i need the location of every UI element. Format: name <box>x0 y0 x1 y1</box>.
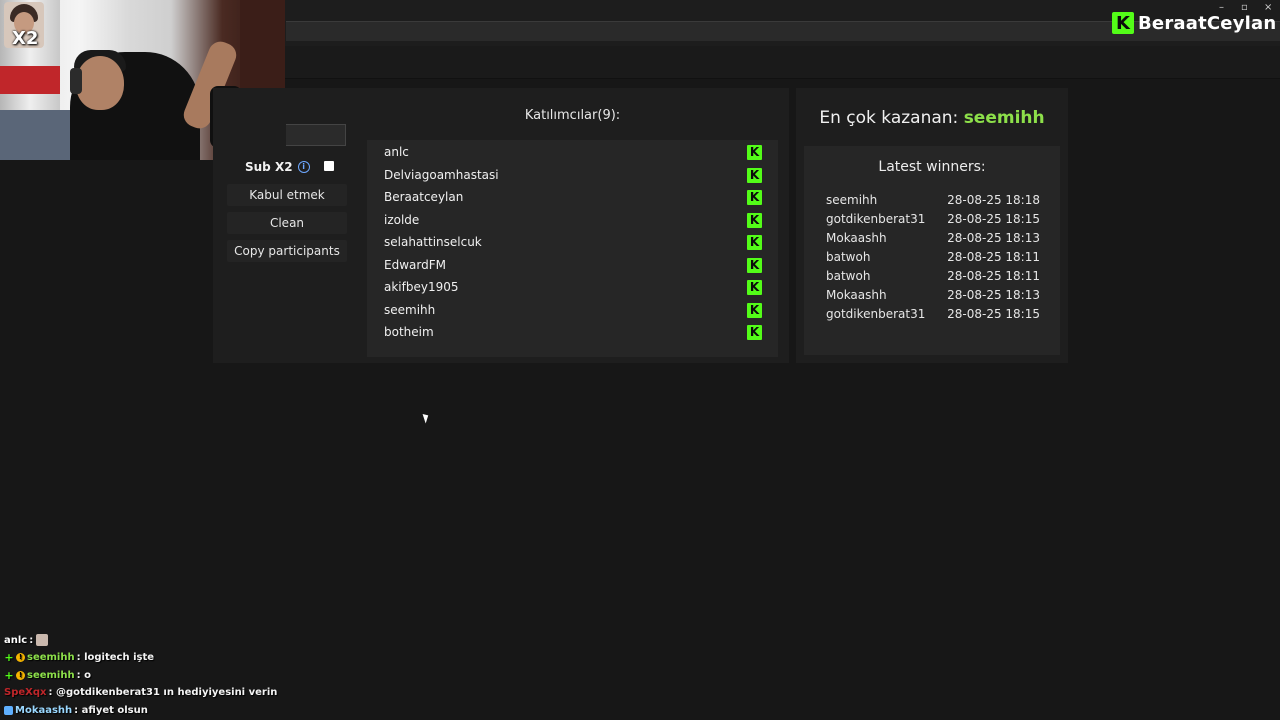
top-winner-name: seemihh <box>963 108 1045 128</box>
chat-username: anlc <box>4 634 28 646</box>
participant-row[interactable]: anlc K <box>384 142 762 162</box>
brand-name: BeraatCeylan <box>1138 12 1277 34</box>
chat-username: seemihh <box>27 651 75 663</box>
chat-text: : o <box>76 669 91 681</box>
winner-row: batwoh 28-08-25 18:11 <box>826 250 1040 268</box>
kick-icon: K <box>747 257 762 273</box>
participant-name: selahattinselcuk <box>384 235 482 249</box>
chat-message: + ! seemihh : logitech işte <box>4 649 154 665</box>
kick-icon: K <box>747 167 762 183</box>
participant-name: anlc <box>384 145 409 159</box>
winner-row: batwoh 28-08-25 18:11 <box>826 269 1040 287</box>
participant-name: akifbey1905 <box>384 280 459 294</box>
sub-checkbox[interactable] <box>324 161 334 171</box>
participant-row[interactable]: izolde K <box>384 210 762 230</box>
winner-name: gotdikenberat31 <box>826 307 926 321</box>
chat-username: seemihh <box>27 669 75 681</box>
participant-row[interactable]: selahattinselcuk K <box>384 232 762 252</box>
chat-text: : <box>29 634 34 646</box>
gifter-badge-icon: ! <box>16 652 25 662</box>
winner-name: Mokaashh <box>826 288 887 302</box>
chat-message: SpeXqx : @gotdikenberat31 ın hediyiyesin… <box>4 684 277 700</box>
kick-icon: K <box>747 279 762 295</box>
winner-row: seemihh 28-08-25 18:18 <box>826 193 1040 211</box>
chat-message: Mokaashh : afiyet olsun <box>4 702 148 718</box>
winner-name: batwoh <box>826 250 871 264</box>
kick-icon: K <box>747 189 762 205</box>
gem-badge-icon <box>4 705 13 715</box>
chat-message: anlc : <box>4 632 49 648</box>
participant-row[interactable]: Delviagoamhastasi K <box>384 165 762 185</box>
info-icon[interactable]: i <box>297 161 310 173</box>
participant-name: Delviagoamhastasi <box>384 168 499 182</box>
winner-time: 28-08-25 18:11 <box>947 269 1040 283</box>
kick-logo-icon: K <box>1112 12 1134 34</box>
winner-time: 28-08-25 18:13 <box>947 231 1040 245</box>
overlay-badge: X2 <box>12 28 39 49</box>
chat-text: : @gotdikenberat31 ın hediyiyesini verin <box>48 686 278 698</box>
kick-icon: K <box>747 324 762 340</box>
winner-row: gotdikenberat31 28-08-25 18:15 <box>826 212 1040 230</box>
participant-row[interactable]: Beraatceylan K <box>384 187 762 207</box>
chat-username: SpeXqx <box>4 686 47 698</box>
brand-overlay: K BeraatCeylan <box>1112 12 1276 34</box>
kick-icon: K <box>747 302 762 318</box>
clean-button[interactable]: Clean <box>227 212 347 234</box>
emote-icon <box>36 634 49 646</box>
chat-message: + ! seemihh : o <box>4 667 91 683</box>
participant-row[interactable]: seemihh K <box>384 300 762 320</box>
sub-label: Sub X2 <box>245 160 293 174</box>
winner-name: batwoh <box>826 269 871 283</box>
participant-name: seemihh <box>384 303 436 317</box>
chat-text: : logitech işte <box>76 651 155 663</box>
webcam-headset <box>70 68 82 94</box>
webcam-person-head <box>76 56 124 110</box>
webcam-red-object <box>0 66 60 94</box>
gifter-badge-icon: ! <box>16 670 25 680</box>
winner-time: 28-08-25 18:15 <box>947 307 1040 321</box>
chat-text: : afiyet olsun <box>74 704 148 716</box>
kick-icon: K <box>747 212 762 228</box>
winner-name: gotdikenberat31 <box>826 212 926 226</box>
kick-icon: K <box>747 234 762 250</box>
top-winner-heading: En çok kazanan: seemihh <box>796 108 1068 128</box>
kick-icon: K <box>747 144 762 160</box>
participant-name: Beraatceylan <box>384 190 464 204</box>
participant-name: EdwardFM <box>384 258 446 272</box>
participant-name: izolde <box>384 213 420 227</box>
accept-button[interactable]: Kabul etmek <box>227 184 347 206</box>
participant-name: botheim <box>384 325 434 339</box>
winner-time: 28-08-25 18:11 <box>947 250 1040 264</box>
winner-row: gotdikenberat31 28-08-25 18:15 <box>826 307 1040 325</box>
winner-time: 28-08-25 18:15 <box>947 212 1040 226</box>
participant-row[interactable]: akifbey1905 K <box>384 277 762 297</box>
mouse-cursor-icon <box>422 412 431 424</box>
top-winner-label: En çok kazanan: <box>819 108 959 128</box>
winner-name: seemihh <box>826 193 878 207</box>
chat-username: Mokaashh <box>15 704 73 716</box>
keyword-input[interactable] <box>286 124 346 146</box>
latest-winners-title: Latest winners: <box>878 159 986 175</box>
participants-title: Katılımcılar(9): <box>524 108 621 123</box>
copy-participants-button[interactable]: Copy participants <box>227 240 347 262</box>
subscriber-badge-icon: + <box>4 650 14 664</box>
winner-time: 28-08-25 18:13 <box>947 288 1040 302</box>
subscriber-badge-icon: + <box>4 668 14 682</box>
participant-row[interactable]: EdwardFM K <box>384 255 762 275</box>
winner-row: Mokaashh 28-08-25 18:13 <box>826 231 1040 249</box>
winner-time: 28-08-25 18:18 <box>947 193 1040 207</box>
winner-row: Mokaashh 28-08-25 18:13 <box>826 288 1040 306</box>
winner-name: Mokaashh <box>826 231 887 245</box>
participant-row[interactable]: botheim K <box>384 322 762 342</box>
